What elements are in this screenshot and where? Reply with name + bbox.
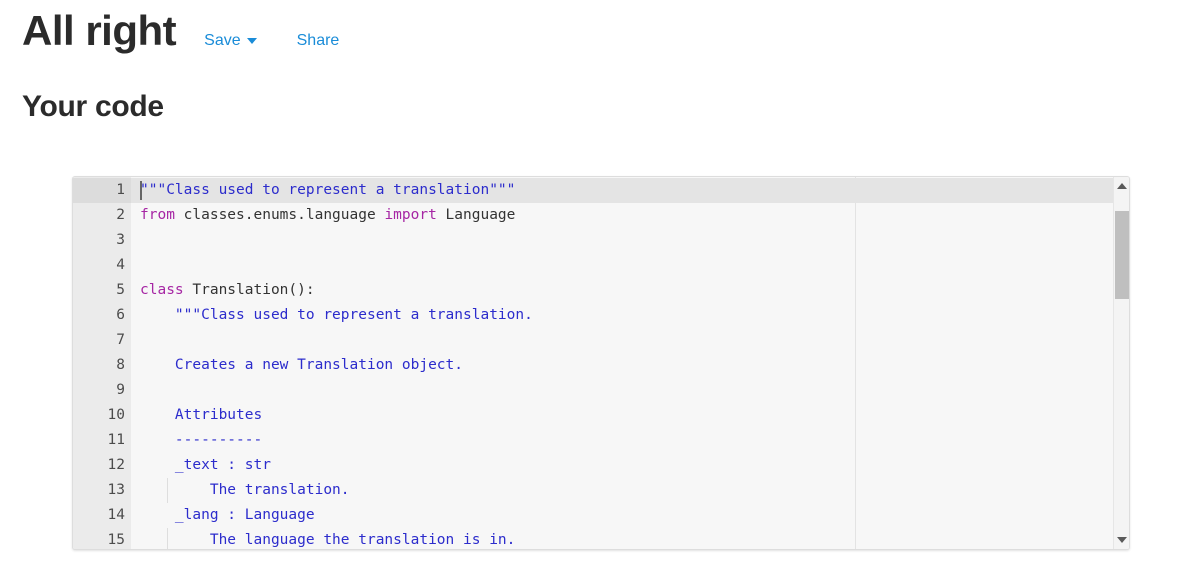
code-line[interactable]: from classes.enums.language import Langu…	[131, 203, 1129, 228]
code-token: _lang : Language	[140, 507, 315, 523]
gutter-line-number[interactable]: 8	[73, 353, 131, 378]
gutter-line-number[interactable]: 9	[73, 378, 131, 403]
gutter-line-number-label: 3	[116, 232, 125, 248]
gutter-line-number[interactable]: 3	[73, 228, 131, 253]
code-line[interactable]	[131, 378, 1129, 403]
scrollbar-thumb[interactable]	[1115, 211, 1129, 300]
gutter-line-number[interactable]: 4	[73, 253, 131, 278]
code-token: Translation():	[183, 282, 315, 298]
code-token: The translation.	[140, 482, 350, 498]
gutter-line-number-label: 5	[116, 282, 125, 298]
gutter-line-number[interactable]: 12	[73, 453, 131, 478]
save-button[interactable]: Save	[204, 32, 257, 50]
gutter-line-number-label: 9	[116, 382, 125, 398]
editor-gutter: 12345▼6789101112131415	[73, 177, 139, 549]
code-token: _text : str	[140, 457, 271, 473]
arrow-up-icon	[1116, 183, 1127, 189]
gutter-line-number-label: 1	[116, 182, 125, 198]
gutter-line-number-label: 4	[116, 257, 125, 273]
gutter-line-number-label: 8	[116, 357, 125, 373]
code-line[interactable]: ----------	[131, 428, 1129, 453]
gutter-line-number-label: 12	[107, 457, 125, 473]
gutter-line-number-label: 15	[107, 532, 125, 548]
gutter-line-number-label: 10	[107, 407, 125, 423]
gutter-line-number[interactable]: 13	[73, 478, 131, 503]
header: All right Save Share	[22, 10, 339, 52]
code-token: """Class used to represent a translation…	[140, 182, 516, 198]
code-token: ----------	[140, 432, 263, 448]
gutter-line-number[interactable]: 2	[73, 203, 131, 228]
code-line[interactable]	[131, 228, 1129, 253]
gutter-line-number[interactable]: 6	[73, 303, 131, 328]
code-token: import	[384, 207, 437, 223]
gutter-line-number[interactable]: 5▼	[73, 278, 138, 303]
code-line[interactable]: """Class used to represent a translation…	[131, 303, 1129, 328]
code-token: from	[140, 207, 175, 223]
text-cursor	[140, 181, 142, 200]
gutter-line-number[interactable]: 1	[73, 178, 131, 203]
gutter-line-number[interactable]: 10	[73, 403, 131, 428]
chevron-down-icon	[246, 38, 257, 44]
header-actions: Save Share	[204, 32, 339, 50]
page-title: All right	[22, 7, 177, 54]
code-line[interactable]	[131, 253, 1129, 278]
gutter-line-number[interactable]: 11	[73, 428, 131, 453]
code-line[interactable]	[131, 328, 1129, 353]
gutter-line-number-label: 11	[107, 432, 125, 448]
code-line[interactable]: Attributes	[131, 403, 1129, 428]
code-token: Attributes	[140, 407, 263, 423]
code-token: The language the translation is in.	[140, 532, 516, 548]
code-lines: """Class used to represent a translation…	[131, 178, 1129, 549]
indent-guide	[167, 478, 168, 503]
code-token: """Class used to represent a translation…	[140, 307, 533, 323]
code-line[interactable]: _lang : Language	[131, 503, 1129, 528]
gutter-line-number[interactable]: 15	[73, 528, 131, 549]
gutter-line-number[interactable]: 7	[73, 328, 131, 353]
code-line[interactable]: class Translation():	[131, 278, 1129, 303]
gutter-line-number-label: 6	[116, 307, 125, 323]
code-editor[interactable]: 12345▼6789101112131415 """Class used to …	[72, 176, 1130, 550]
share-link[interactable]: Share	[297, 32, 340, 50]
code-token: Language	[436, 207, 516, 223]
code-token: Creates a new Translation object.	[140, 357, 464, 373]
vertical-scrollbar[interactable]	[1113, 177, 1129, 549]
code-line[interactable]: Creates a new Translation object.	[131, 353, 1129, 378]
arrow-down-icon	[1116, 537, 1127, 543]
gutter-line-number-label: 2	[116, 207, 125, 223]
gutter-line-number-label: 14	[107, 507, 125, 523]
section-title: Your code	[22, 90, 164, 123]
code-line[interactable]: The translation.	[131, 478, 1129, 503]
code-token: classes.enums.language	[174, 207, 385, 223]
scrollbar-down-button[interactable]	[1114, 532, 1129, 548]
gutter-line-number[interactable]: 14	[73, 503, 131, 528]
code-line[interactable]: _text : str	[131, 453, 1129, 478]
indent-guide	[167, 528, 168, 549]
code-line[interactable]: The language the translation is in.	[131, 528, 1129, 549]
code-token: class	[140, 282, 184, 298]
save-button-label: Save	[204, 32, 241, 49]
scrollbar-up-button[interactable]	[1114, 178, 1129, 194]
gutter-line-number-label: 7	[116, 332, 125, 348]
code-line[interactable]: """Class used to represent a translation…	[131, 178, 1129, 203]
gutter-line-number-label: 13	[107, 482, 125, 498]
editor-code-area[interactable]: """Class used to represent a translation…	[131, 177, 1129, 549]
page-root: All right Save Share Your code 12345▼678…	[0, 0, 1182, 567]
